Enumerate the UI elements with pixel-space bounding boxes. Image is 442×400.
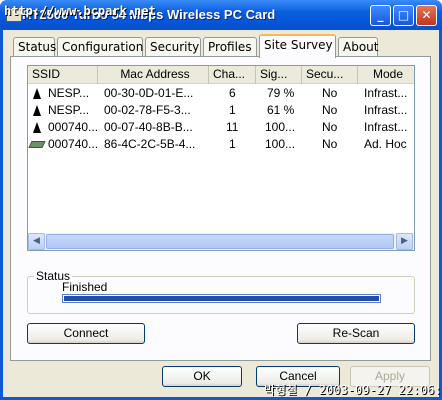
access-point-icon (33, 105, 41, 116)
ssid-cell: 000740... (48, 137, 99, 151)
tab-status[interactable]: Status (13, 37, 56, 57)
mac-cell: 00-07-40-8B-B... (104, 120, 193, 134)
column-security[interactable]: Secu... (302, 66, 358, 84)
site-survey-panel: SSID Mac Address Cha... Sig... Secu... M… (10, 56, 431, 361)
mac-cell: 86-4C-2C-5B-4... (104, 137, 196, 151)
tab-site-survey[interactable]: Site Survey (259, 34, 336, 58)
status-text: Finished (62, 280, 108, 294)
column-signal[interactable]: Sig... (256, 66, 302, 84)
list-item[interactable]: NESP... 00-02-78-F5-3... 1 61 % No Infra… (28, 102, 414, 119)
close-button[interactable]: ✕ (416, 5, 437, 26)
channel-cell: 6 (229, 86, 236, 100)
security-cell: No (322, 120, 338, 134)
channel-cell: 1 (229, 103, 236, 117)
column-mode[interactable]: Mode (358, 66, 414, 84)
mac-cell: 00-30-0D-01-E... (104, 86, 194, 100)
ssid-cell: 000740... (48, 120, 99, 134)
tab-profiles[interactable]: Profiles (203, 37, 257, 57)
scroll-left-icon[interactable]: ◀ (28, 233, 45, 250)
column-channel[interactable]: Cha... (209, 66, 256, 84)
scroll-right-icon[interactable]: ▶ (396, 233, 413, 250)
network-list[interactable]: SSID Mac Address Cha... Sig... Secu... M… (27, 65, 415, 251)
list-header: SSID Mac Address Cha... Sig... Secu... M… (28, 66, 414, 84)
mode-cell: Ad. Hoc (364, 137, 407, 151)
minimize-button[interactable]: _ (370, 5, 391, 26)
status-group: Status Finished (27, 269, 415, 314)
rescan-button[interactable]: Re-Scan (297, 323, 415, 344)
adhoc-network-icon (28, 141, 46, 148)
access-point-icon (33, 88, 41, 99)
column-ssid[interactable]: SSID (28, 66, 98, 84)
app-window: RT2500 Turbo 54 Mbps Wireless PC Card ht… (0, 0, 442, 400)
security-cell: No (322, 137, 338, 151)
list-item[interactable]: 000740... 00-07-40-8B-B... 11 100... No … (28, 119, 414, 136)
ok-button[interactable]: OK (162, 366, 242, 387)
progress-fill (64, 296, 379, 301)
channel-cell: 11 (226, 120, 239, 134)
signal-cell: 100... (265, 120, 296, 134)
list-item[interactable]: 000740... 86-4C-2C-5B-4... 1 100... No A… (28, 136, 414, 153)
tab-configuration[interactable]: Configuration (57, 37, 143, 57)
scrollbar-thumb[interactable] (46, 234, 394, 249)
access-point-icon (33, 122, 41, 133)
mode-cell: Infrast... (364, 120, 408, 134)
ssid-cell: NESP... (48, 86, 90, 100)
ssid-cell: NESP... (48, 103, 90, 117)
mac-cell: 00-02-78-F5-3... (104, 103, 191, 117)
mode-cell: Infrast... (364, 86, 408, 100)
security-cell: No (322, 103, 338, 117)
channel-cell: 1 (229, 137, 236, 151)
maximize-button[interactable]: □ (393, 5, 414, 26)
dialog-body: Status Configuration Security Profiles S… (3, 30, 439, 397)
connect-button[interactable]: Connect (27, 323, 145, 344)
mode-cell: Infrast... (364, 103, 408, 117)
column-mac-address[interactable]: Mac Address (98, 66, 209, 84)
signal-cell: 100... (265, 137, 296, 151)
tab-about[interactable]: About (338, 37, 378, 57)
security-cell: No (322, 86, 338, 100)
author-timestamp: 박형철 / 2003-09-27 22:06:31 (264, 383, 442, 397)
list-item[interactable]: NESP... 00-30-0D-01-E... 6 79 % No Infra… (28, 85, 414, 102)
title-bar[interactable]: RT2500 Turbo 54 Mbps Wireless PC Card ht… (0, 0, 442, 30)
scan-progress-bar (62, 294, 381, 303)
signal-cell: 61 % (267, 103, 295, 117)
signal-cell: 79 % (267, 86, 295, 100)
watermark-url: http://www.bcpark.net (4, 4, 156, 18)
horizontal-scrollbar[interactable]: ◀ ▶ (28, 233, 414, 250)
tab-security[interactable]: Security (145, 37, 201, 57)
